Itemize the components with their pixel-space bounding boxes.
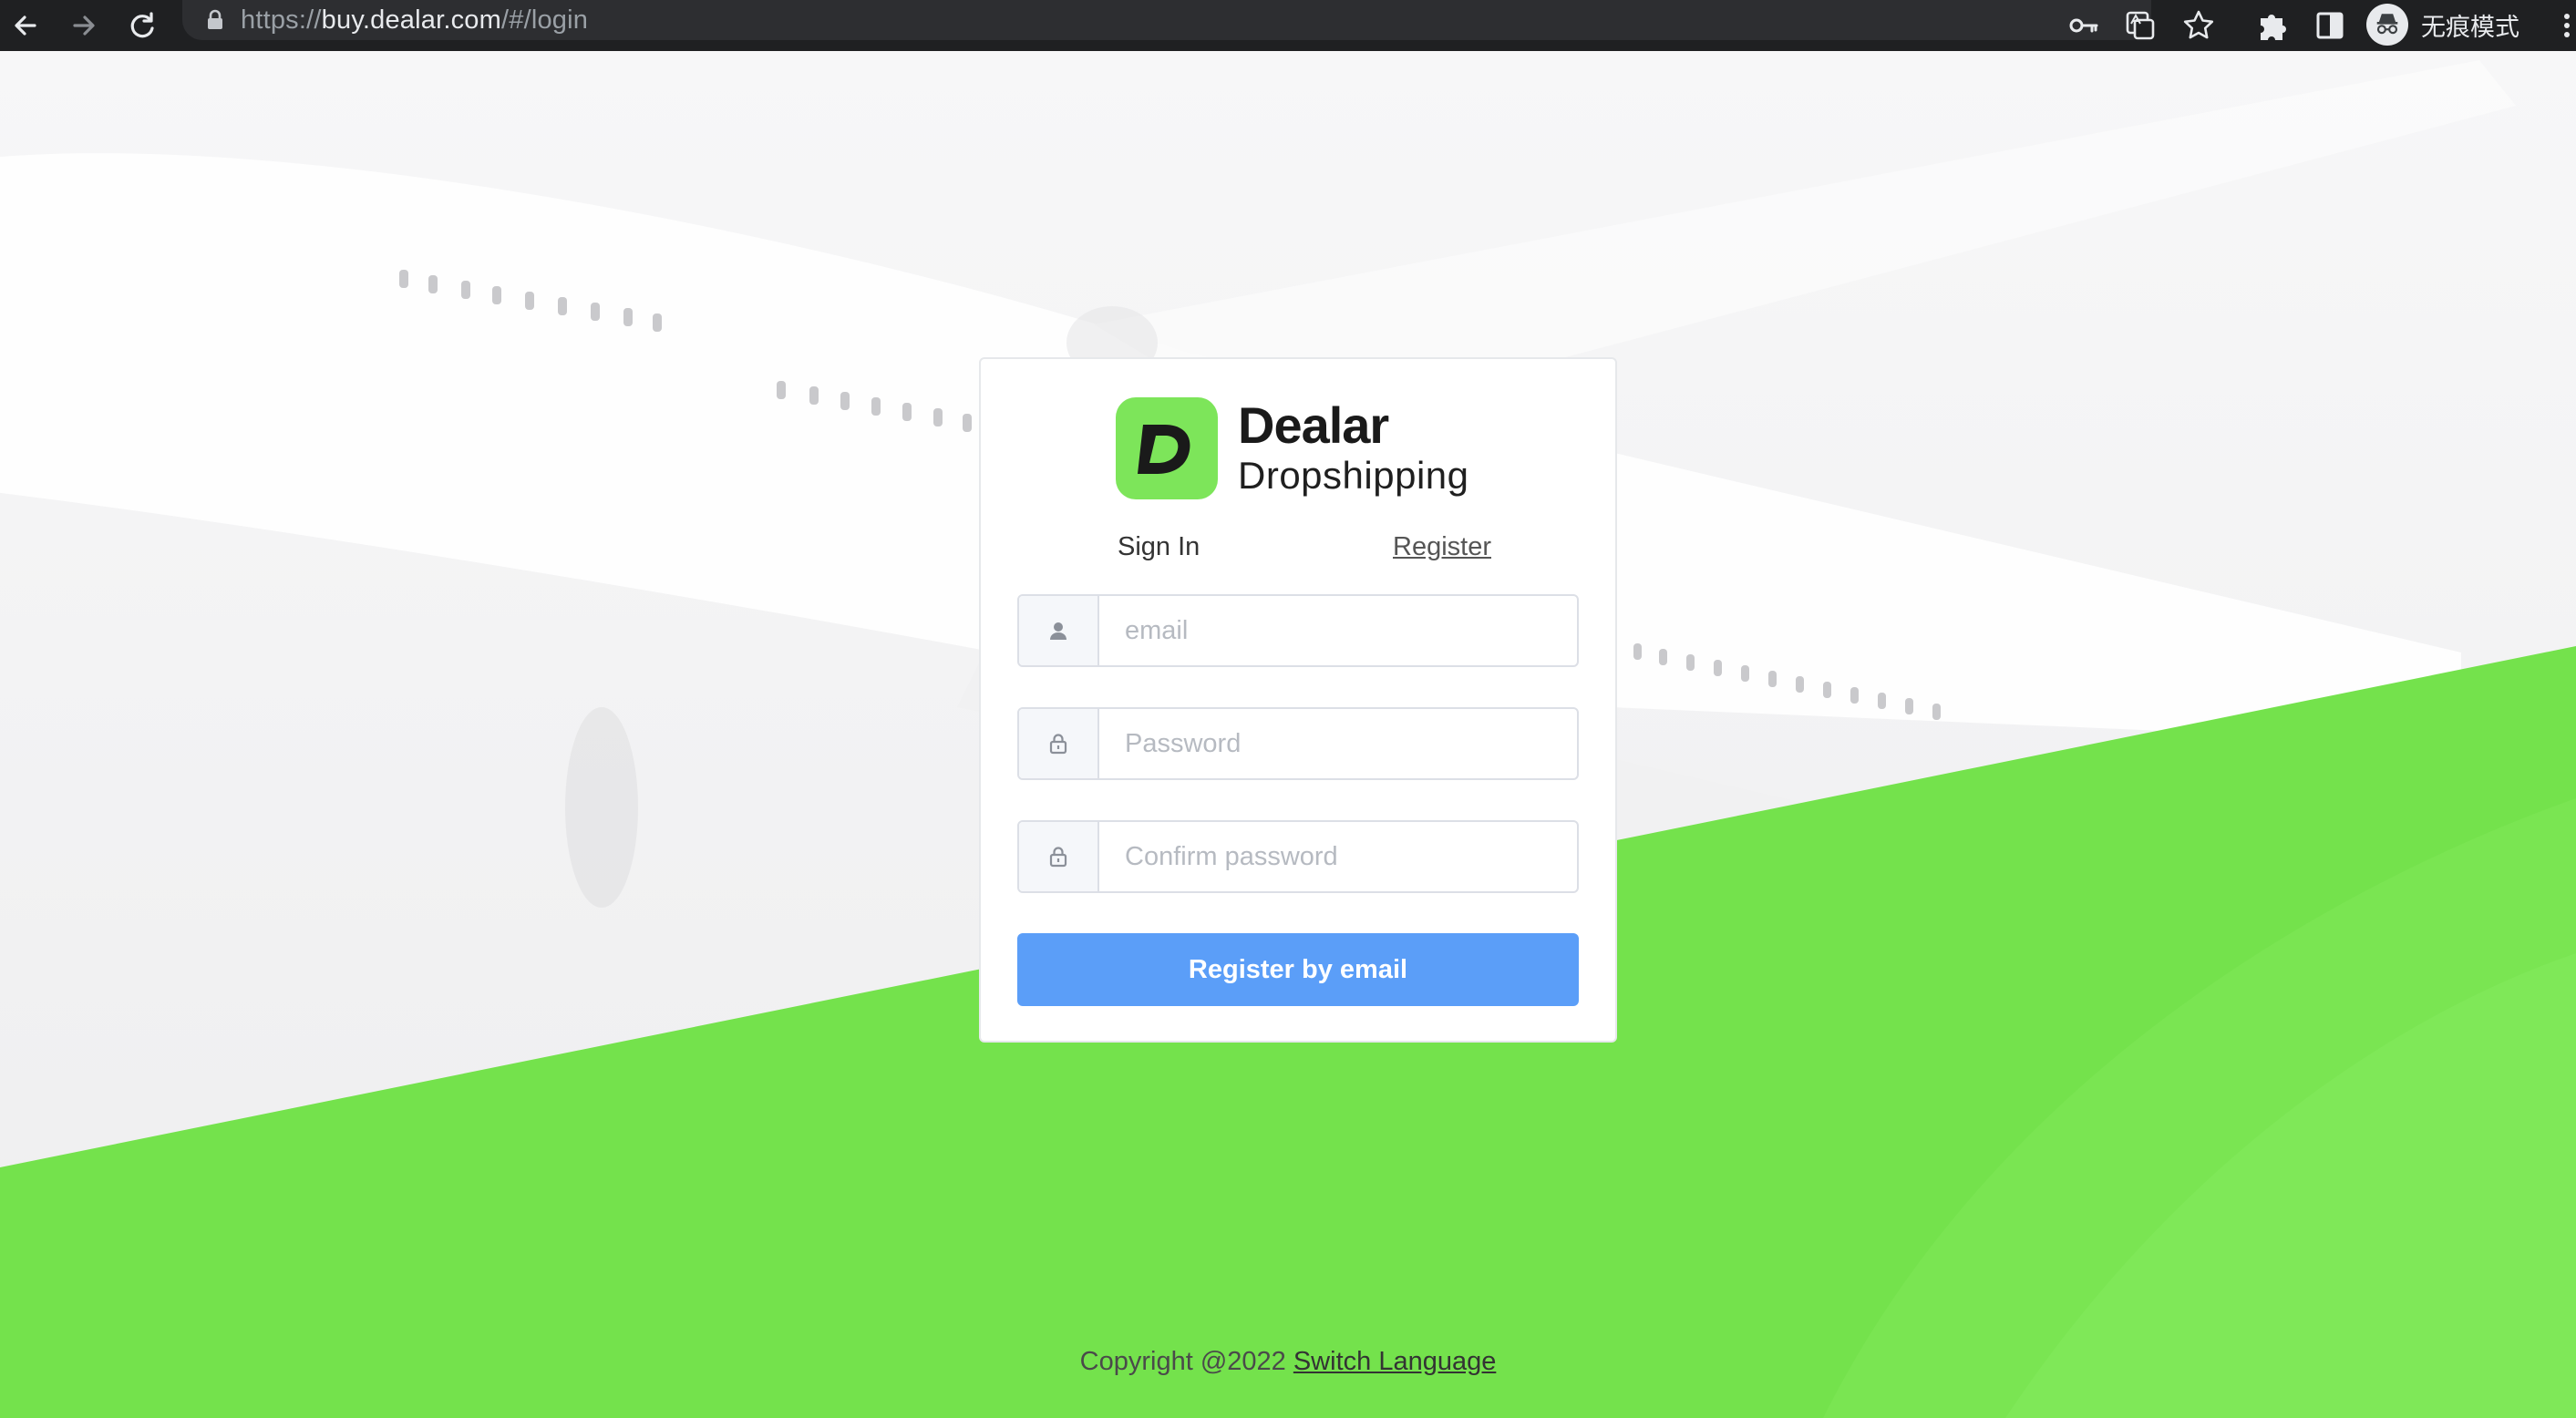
- back-button[interactable]: [7, 7, 44, 44]
- extensions-button[interactable]: [2251, 5, 2292, 46]
- lock-icon: [208, 9, 222, 29]
- star-icon: [2183, 10, 2214, 39]
- lock-icon: [1049, 734, 1067, 755]
- footer: Copyright @2022 Switch Language: [0, 1347, 2576, 1377]
- confirm-password-prefix: [1019, 822, 1099, 891]
- password-key-button[interactable]: [2064, 5, 2104, 46]
- incognito-icon: [2366, 4, 2408, 46]
- browser-menu-button[interactable]: [2558, 5, 2576, 46]
- auth-tabs: Sign In Register: [981, 532, 1615, 572]
- email-prefix: [1019, 596, 1099, 665]
- puzzle-icon: [2261, 15, 2286, 40]
- password-input[interactable]: [1099, 709, 1577, 778]
- reload-button[interactable]: [124, 7, 160, 44]
- email-field: [1017, 594, 1579, 667]
- forward-button[interactable]: [66, 7, 102, 44]
- password-prefix: [1019, 709, 1099, 778]
- incognito-indicator[interactable]: 无痕模式: [2366, 4, 2519, 46]
- arrow-left-icon: [15, 15, 36, 36]
- key-icon: [2069, 18, 2098, 33]
- bookmark-button[interactable]: [2179, 5, 2219, 46]
- kebab-menu-icon: [2564, 14, 2570, 37]
- register-card: Dealar Dropshipping Sign In Register ema…: [979, 357, 1617, 1043]
- email-input[interactable]: [1099, 596, 1577, 665]
- side-panel-icon: [2316, 12, 2344, 39]
- side-panel-button[interactable]: [2310, 5, 2350, 46]
- tab-sign-in[interactable]: Sign In: [1118, 532, 1200, 562]
- brand-subtitle: Dropshipping: [1238, 454, 1469, 497]
- reload-icon: [130, 12, 154, 38]
- register-by-email-button[interactable]: Register by email: [1017, 933, 1579, 1006]
- url-text: https://buy.dealar.com/#/login: [241, 5, 589, 35]
- address-bar[interactable]: https://buy.dealar.com/#/login: [182, 0, 2151, 40]
- browser-toolbar: https://buy.dealar.com/#/login 无痕模式: [0, 0, 2576, 51]
- tab-register[interactable]: Register: [1393, 532, 1491, 562]
- confirm-password-input[interactable]: [1099, 822, 1577, 891]
- brand-logo: Dealar Dropshipping: [1116, 397, 1469, 499]
- brand-name: Dealar: [1238, 396, 1389, 454]
- incognito-label: 无痕模式: [2421, 13, 2519, 42]
- lock-icon: [1049, 847, 1067, 868]
- logo-mark: [1116, 397, 1218, 499]
- copyright-text: Copyright @2022: [1079, 1347, 1286, 1376]
- confirm-password-field: [1017, 820, 1579, 893]
- arrow-right-icon: [73, 15, 95, 36]
- user-icon: [1050, 622, 1066, 640]
- translate-icon: [2126, 11, 2155, 40]
- dealar-d-icon: [1138, 425, 1190, 474]
- password-field: [1017, 707, 1579, 780]
- switch-language-link[interactable]: Switch Language: [1293, 1347, 1497, 1376]
- translate-button[interactable]: [2120, 5, 2160, 46]
